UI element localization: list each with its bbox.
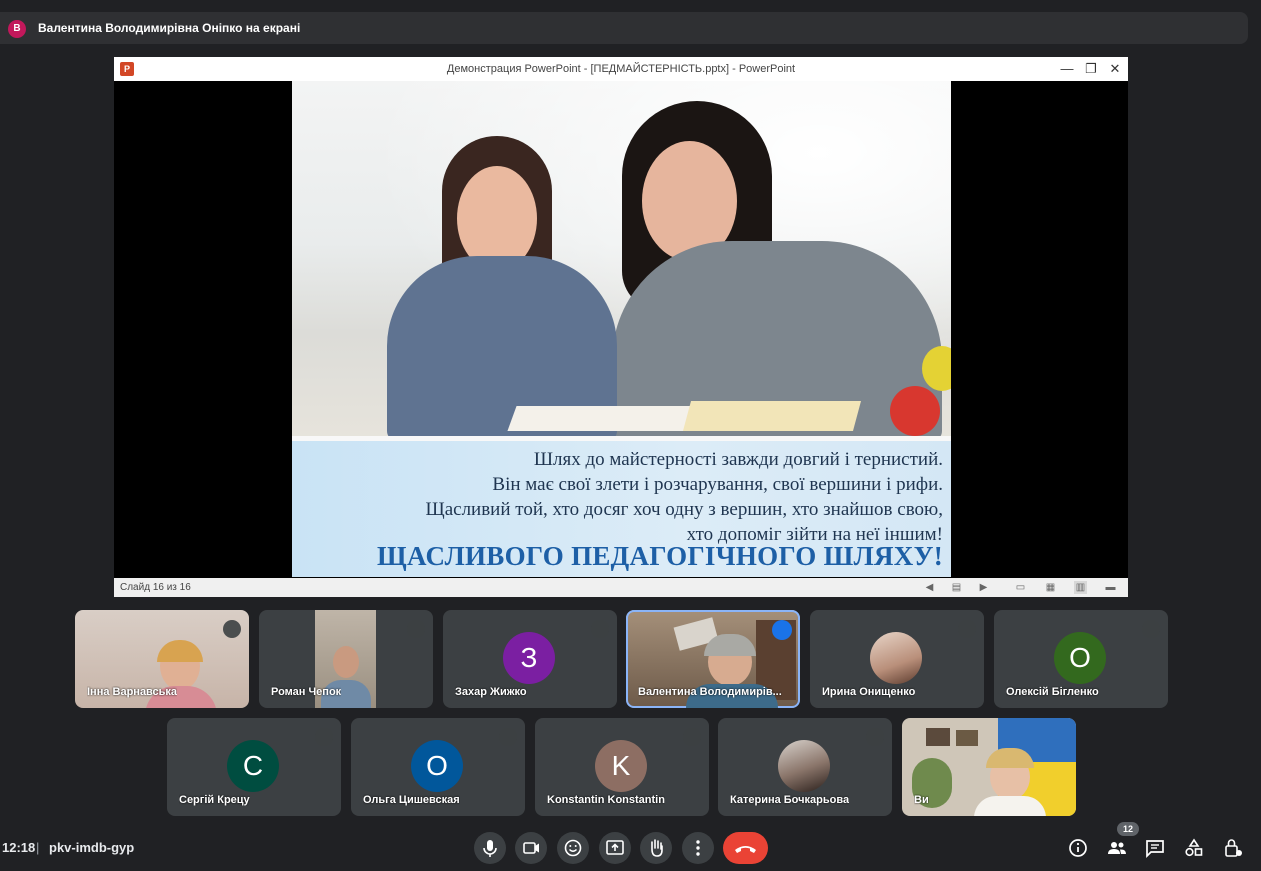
info-icon — [1069, 839, 1087, 857]
host-controls-icon — [1225, 839, 1242, 857]
participant-tile[interactable]: Катерина Бочкарьова — [718, 718, 892, 816]
camera-icon — [523, 842, 539, 854]
notes-icon[interactable]: ▤ — [950, 581, 963, 594]
participant-tile[interactable]: Інна Варнавська — [75, 610, 249, 708]
participant-avatar: С — [227, 740, 279, 792]
participant-name: Роман Чепок — [271, 686, 342, 698]
present-screen-button[interactable] — [599, 832, 631, 864]
participant-tile-active-speaker[interactable]: Валентина Володимирів... — [626, 610, 800, 708]
chat-icon — [1146, 840, 1164, 859]
mic-off-icon — [958, 620, 976, 638]
people-icon — [1108, 842, 1126, 854]
previous-slide-icon[interactable]: ◀ — [923, 581, 936, 594]
mic-off-icon — [866, 728, 884, 746]
participant-avatar: K — [595, 740, 647, 792]
camera-button[interactable] — [515, 832, 547, 864]
slide-sorter-icon[interactable]: ▦ — [1044, 581, 1057, 594]
participant-avatar: О — [1054, 632, 1106, 684]
meeting-info-separator: | — [36, 840, 40, 855]
present-icon — [606, 840, 624, 855]
activities-button[interactable] — [1182, 836, 1206, 860]
people-button[interactable] — [1105, 836, 1129, 860]
mic-icon — [483, 840, 497, 857]
end-call-icon — [735, 846, 756, 853]
meeting-details-button[interactable] — [1066, 836, 1090, 860]
restore-icon[interactable]: ❐ — [1080, 60, 1102, 78]
participant-name: Konstantin Konstantin — [547, 794, 665, 806]
speaking-indicator-icon — [772, 620, 792, 640]
emoji-button[interactable] — [557, 832, 589, 864]
normal-view-icon[interactable]: ▭ — [1014, 581, 1027, 594]
participant-name: Захар Жижко — [455, 686, 527, 698]
mic-off-icon — [591, 620, 609, 638]
raise-hand-button[interactable] — [640, 832, 672, 864]
mic-button[interactable] — [474, 832, 506, 864]
mic-off-icon — [683, 728, 701, 746]
participant-name: Катерина Бочкарьова — [730, 794, 850, 806]
participant-tile[interactable]: О Олексій Бігленко — [994, 610, 1168, 708]
mic-off-icon — [1142, 620, 1160, 638]
people-count-badge: 12 — [1117, 822, 1139, 836]
participant-name: Валентина Володимирів... — [638, 686, 782, 698]
slide-line-2: Він має свої злети і розчарування, свої … — [492, 474, 943, 495]
participant-tile[interactable]: Роман Чепок — [259, 610, 433, 708]
participant-name: Олексій Бігленко — [1006, 686, 1099, 698]
participant-name: Інна Варнавська — [87, 686, 178, 698]
host-controls-button[interactable] — [1221, 836, 1245, 860]
slide-counter: Слайд 16 из 16 — [120, 582, 191, 593]
participant-photo — [870, 632, 922, 684]
presenter-label: Валентина Володимирівна Оніпко на екрані — [38, 21, 301, 35]
participant-tile[interactable]: О Ольга Цишевская — [351, 718, 525, 816]
participant-name: Сергій Крецу — [179, 794, 250, 806]
participant-tile[interactable]: Ирина Онищенко — [810, 610, 984, 708]
raise-hand-icon — [651, 839, 663, 857]
presenter-avatar: В — [8, 20, 26, 38]
participant-tile[interactable]: K Konstantin Konstantin — [535, 718, 709, 816]
shared-screen-window: P Демонстрация PowerPoint - [ПЕДМАЙСТЕРН… — [114, 57, 1128, 597]
presenter-banner: В Валентина Володимирівна Оніпко на екра… — [0, 12, 1248, 44]
mic-off-icon — [315, 728, 333, 746]
participant-tile-self[interactable]: Ви — [902, 718, 1076, 816]
meeting-code: pkv-imdb-gyp — [49, 840, 135, 855]
slide-photo — [292, 81, 951, 441]
minimize-icon[interactable]: — — [1056, 60, 1078, 78]
emoji-icon — [564, 839, 582, 857]
reading-view-icon[interactable]: ▥ — [1074, 581, 1087, 594]
meeting-time: 12:18 — [2, 840, 36, 855]
ppt-window-title: Демонстрация PowerPoint - [ПЕДМАЙСТЕРНІС… — [446, 63, 796, 75]
participant-avatar: О — [411, 740, 463, 792]
mic-off-icon — [407, 620, 425, 638]
mic-off-icon — [499, 728, 517, 746]
slide-headline: ЩАСЛИВОГО ПЕДАГОГІЧНОГО ШЛЯХУ! — [377, 541, 943, 571]
participant-name: Ви — [914, 794, 929, 806]
participant-avatar: З — [503, 632, 555, 684]
slide-line-3: Щасливий той, хто досяг хоч одну з верши… — [425, 499, 943, 520]
participant-name: Ирина Онищенко — [822, 686, 916, 698]
end-call-button[interactable] — [723, 832, 768, 864]
next-slide-icon[interactable]: ▶ — [977, 581, 990, 594]
slideshow-icon[interactable]: ▬ — [1104, 581, 1117, 594]
slide-text-area: Шлях до майстерності завжди довгий і тер… — [292, 441, 951, 577]
participant-photo — [778, 740, 830, 792]
close-icon[interactable]: ✕ — [1104, 60, 1126, 78]
more-options-icon — [696, 840, 700, 856]
participant-tile[interactable]: З Захар Жижко — [443, 610, 617, 708]
mic-off-icon — [223, 620, 241, 638]
slide: Шлях до майстерності завжди довгий і тер… — [292, 81, 951, 577]
activities-icon — [1185, 838, 1203, 857]
participant-tile[interactable]: С Сергій Крецу — [167, 718, 341, 816]
ppt-titlebar: P Демонстрация PowerPoint - [ПЕДМАЙСТЕРН… — [114, 57, 1128, 81]
ppt-statusbar: Слайд 16 из 16 ◀ ▤ ▶ ▭ ▦ ▥ ▬ — [114, 578, 1128, 597]
more-options-button[interactable] — [682, 832, 714, 864]
participant-name: Ольга Цишевская — [363, 794, 460, 806]
chat-button[interactable] — [1143, 836, 1167, 860]
slide-line-1: Шлях до майстерності завжди довгий і тер… — [533, 449, 943, 470]
